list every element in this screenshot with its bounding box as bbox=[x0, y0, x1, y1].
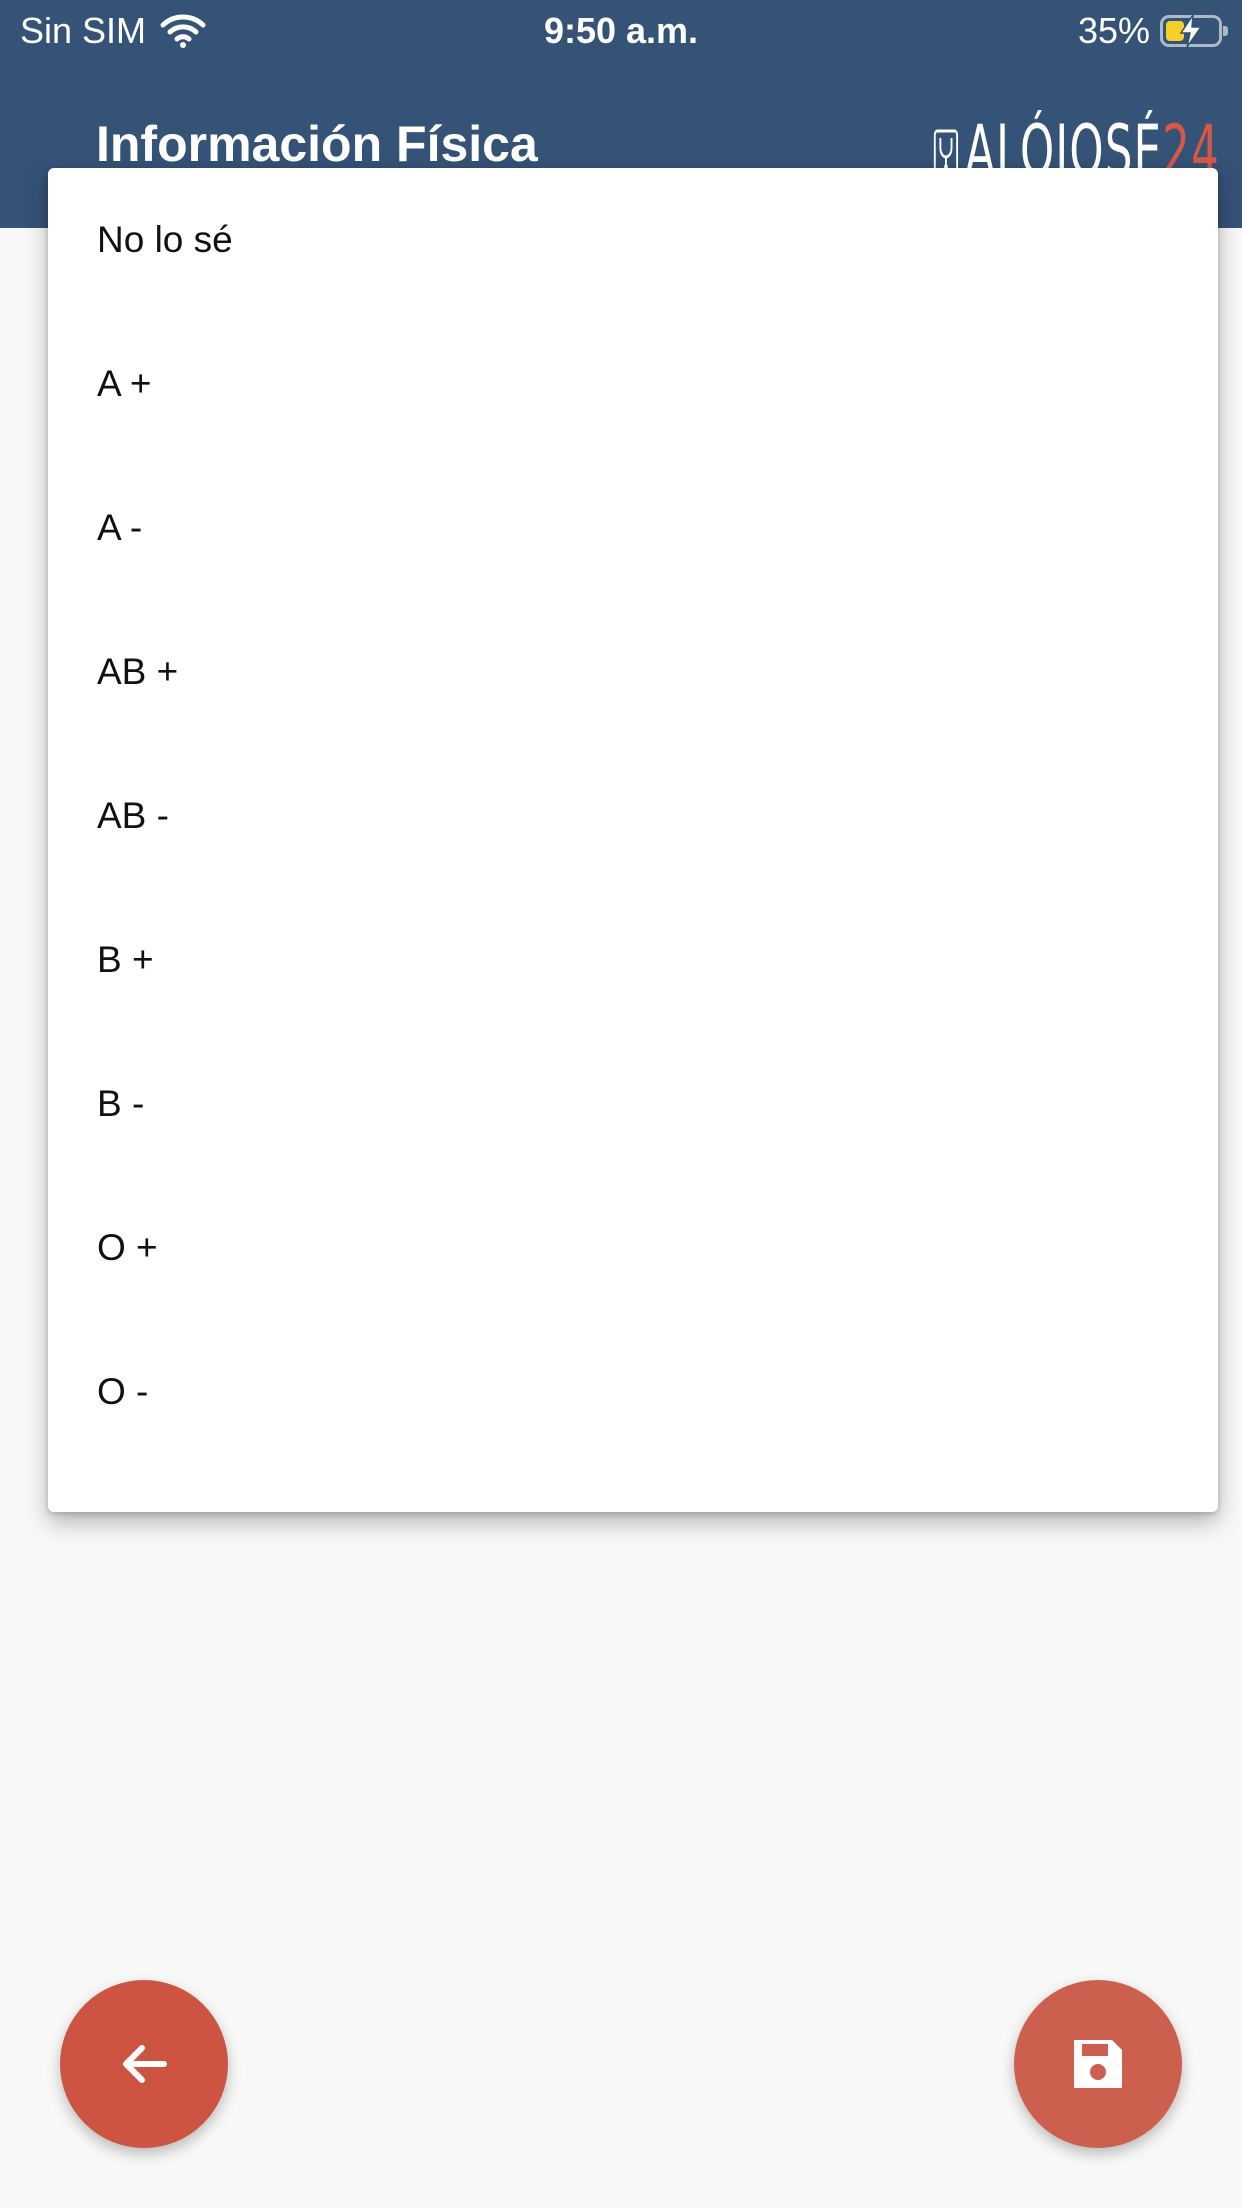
option-label: A + bbox=[97, 363, 152, 404]
option-label: O - bbox=[97, 1371, 149, 1412]
clock: 9:50 a.m. bbox=[543, 10, 699, 51]
floppy-disk-icon bbox=[1074, 2040, 1122, 2088]
option-a-positive[interactable]: A + bbox=[48, 360, 1218, 504]
back-button[interactable] bbox=[60, 1980, 228, 2148]
battery-group: 35% bbox=[1077, 10, 1228, 52]
option-label: B + bbox=[97, 939, 154, 980]
option-o-positive[interactable]: O + bbox=[48, 1224, 1218, 1368]
battery-charging-icon bbox=[1160, 15, 1228, 47]
page-title: Información Física bbox=[96, 116, 538, 172]
option-b-negative[interactable]: B - bbox=[48, 1080, 1218, 1224]
option-label: A - bbox=[97, 507, 143, 548]
option-b-positive[interactable]: B + bbox=[48, 936, 1218, 1080]
save-button[interactable] bbox=[1014, 1980, 1182, 2148]
option-label: O + bbox=[97, 1227, 158, 1268]
battery-tip bbox=[1223, 26, 1228, 36]
option-ab-negative[interactable]: AB - bbox=[48, 792, 1218, 936]
option-label: B - bbox=[97, 1083, 145, 1124]
bolt-icon bbox=[1179, 15, 1203, 47]
option-label: No lo sé bbox=[97, 219, 233, 260]
blood-type-dropdown: No lo sé A + A - AB + AB - B + B - O + O… bbox=[48, 168, 1218, 1512]
option-ab-positive[interactable]: AB + bbox=[48, 648, 1218, 792]
option-o-negative[interactable]: O - bbox=[48, 1368, 1218, 1512]
status-bar: Sin SIM 9:50 a.m. 35% bbox=[0, 0, 1242, 64]
battery-percent: 35% bbox=[1077, 10, 1150, 51]
option-label: AB + bbox=[97, 651, 179, 692]
option-label: AB - bbox=[97, 795, 169, 836]
arrow-left-icon bbox=[123, 2045, 167, 2083]
option-no-lo-se[interactable]: No lo sé bbox=[48, 216, 1218, 360]
option-a-negative[interactable]: A - bbox=[48, 504, 1218, 648]
